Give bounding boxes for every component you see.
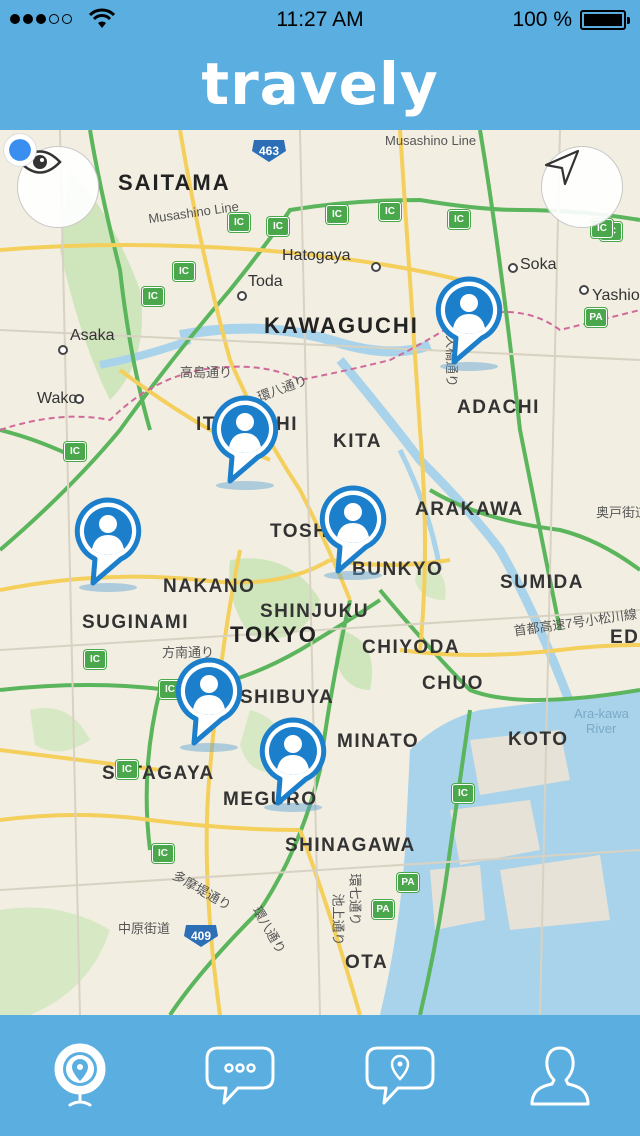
person-pin-icon <box>211 395 279 484</box>
map-label-okudo-kaido: 奥戸街道 <box>596 505 640 520</box>
map-label-toda: Toda <box>248 273 283 290</box>
top-bar: 11:27 AM 100 % travely <box>0 0 640 130</box>
map-label-edogawa: ED <box>610 627 640 648</box>
svg-text:463: 463 <box>259 144 279 158</box>
tab-checkin[interactable] <box>320 1015 480 1136</box>
map-label-yashio: Yashio <box>592 287 640 304</box>
app-title: travely <box>201 50 439 118</box>
map-label-hatogaya: Hatogaya <box>282 247 351 264</box>
map-label-asaka: Asaka <box>70 327 115 344</box>
map-label-arakawa: ARAKAWA <box>415 499 524 520</box>
interchange-badge: IC <box>142 287 164 306</box>
map-label-arakawa-river: Ara-kawa <box>574 706 629 721</box>
navigation-arrow-icon <box>544 149 580 186</box>
svg-text:409: 409 <box>191 929 211 943</box>
map-label-adachi: ADACHI <box>457 397 540 418</box>
profile-icon <box>530 1046 590 1105</box>
interchange-badge: IC <box>326 205 348 224</box>
map-label-takashima-dori: 高島通り <box>180 365 233 380</box>
interchange-badge: IC <box>116 760 138 779</box>
person-pin-icon <box>319 485 387 574</box>
interchange-badge: IC <box>452 784 474 803</box>
map-label-suginami: SUGINAMI <box>82 612 189 633</box>
parking-area-badge: PA <box>372 900 394 919</box>
person-pin-icon <box>74 497 142 586</box>
tab-webcam[interactable] <box>0 1015 160 1136</box>
interchange-badge: IC <box>448 210 470 229</box>
chat-bubble-icon <box>205 1046 275 1104</box>
map-label-saitama: SAITAMA <box>118 170 231 195</box>
traveler-pin[interactable] <box>318 485 388 581</box>
route-shield-409: 409 <box>184 925 218 947</box>
map-label-soka: Soka <box>520 256 557 273</box>
map-label-chiyoda: CHIYODA <box>362 637 461 658</box>
map-label-ota: OTA <box>345 952 389 973</box>
status-bar: 11:27 AM 100 % <box>0 0 640 40</box>
interchange-badge: IC <box>267 217 289 236</box>
traveler-pin[interactable] <box>73 497 143 593</box>
map-label-minato: MINATO <box>337 731 420 752</box>
webcam-icon <box>54 1043 106 1106</box>
location-bubble-icon <box>365 1046 435 1104</box>
map-label-wako: Wako <box>37 390 78 407</box>
tab-bar <box>0 1015 640 1136</box>
person-pin-icon <box>175 657 243 746</box>
map-label-nakahara-kaido: 中原街道 <box>118 921 171 936</box>
interchange-badge: IC <box>64 442 86 461</box>
map-label-musashino-line: Musashino Line <box>385 133 477 148</box>
tab-profile[interactable] <box>480 1015 640 1136</box>
traveler-pin[interactable] <box>174 657 244 753</box>
map-view[interactable]: SAITAMA Musashino Line Musashino Line Ha… <box>0 130 640 1015</box>
map-label-chuo: CHUO <box>422 673 484 694</box>
traveler-pin[interactable] <box>434 276 504 372</box>
locate-me-button[interactable] <box>541 146 623 228</box>
map-label-shinagawa: SHINAGAWA <box>285 835 416 856</box>
current-location-icon[interactable] <box>0 130 40 170</box>
traveler-pin[interactable] <box>210 395 280 491</box>
map-label-kannana-dori: 環七通り <box>347 873 363 926</box>
tab-chat[interactable] <box>160 1015 320 1136</box>
interchange-badge: IC <box>84 650 106 669</box>
map-label-tokyo: TOKYO <box>230 622 318 647</box>
map-label-sumida: SUMIDA <box>500 572 584 593</box>
map-label-kita: KITA <box>333 431 382 452</box>
interchange-badge: IC <box>379 202 401 221</box>
interchange-badge: IC <box>152 844 174 863</box>
map-label-shinjuku: SHINJUKU <box>260 601 370 622</box>
person-pin-icon <box>435 276 503 365</box>
map-label-shibuya: SHIBUYA <box>240 687 335 708</box>
person-pin-icon <box>259 717 327 806</box>
traveler-pin[interactable] <box>258 717 328 813</box>
route-shield-463: 463 <box>252 140 286 162</box>
map-label-kawaguchi: KAWAGUCHI <box>264 313 419 338</box>
map-label-nakano: NAKANO <box>163 576 256 597</box>
battery-percent: 100 % <box>512 8 572 31</box>
parking-area-badge: PA <box>585 308 607 327</box>
map-label-ikegami-dori: 池上通り <box>330 893 346 946</box>
parking-area-badge: PA <box>397 873 419 892</box>
interchange-badge: IC <box>173 262 195 281</box>
map-label-koto: KOTO <box>508 729 569 750</box>
battery-icon <box>580 10 630 30</box>
map-label-arakawa-river-2: River <box>586 721 617 736</box>
interchange-badge: IC <box>228 213 250 232</box>
